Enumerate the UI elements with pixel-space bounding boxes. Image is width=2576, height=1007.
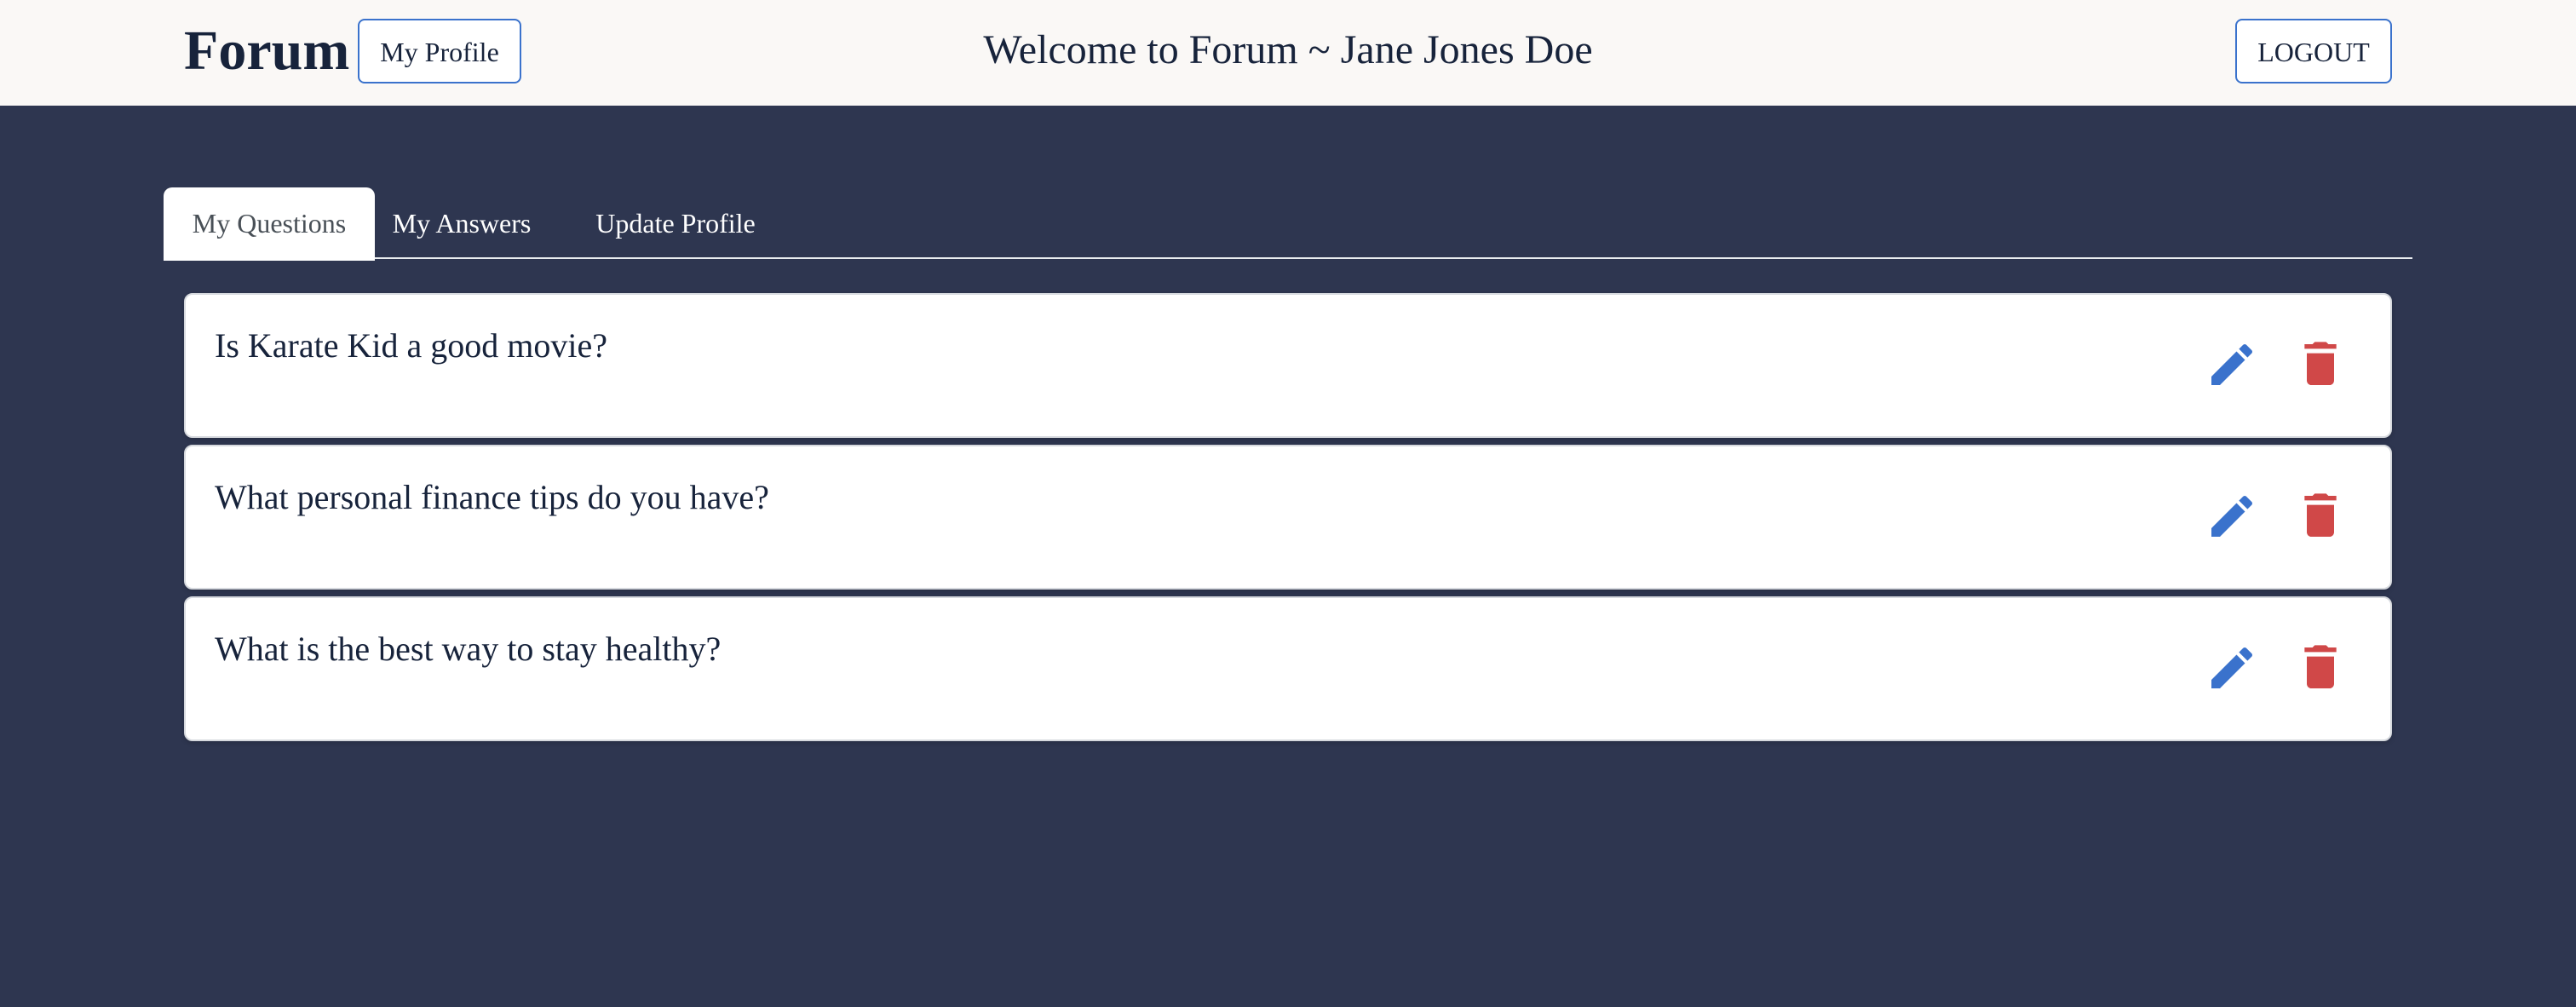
welcome-message: Welcome to Forum ~ Jane Jones Doe — [983, 27, 1593, 72]
tab-my-questions[interactable]: My Questions — [164, 187, 375, 261]
delete-question-button[interactable] — [2293, 337, 2348, 392]
trash-icon — [2304, 342, 2337, 385]
question-card: Is Karate Kid a good movie? — [184, 293, 2392, 438]
edit-question-button[interactable] — [2205, 641, 2259, 695]
profile-tabs: My Questions My Answers Update Profile — [164, 187, 2412, 261]
delete-question-button[interactable] — [2293, 489, 2348, 544]
trash-icon — [2304, 493, 2337, 537]
tab-my-answers[interactable]: My Answers — [375, 187, 549, 259]
edit-question-button[interactable] — [2205, 489, 2259, 544]
question-card: What is the best way to stay healthy? — [184, 596, 2392, 741]
delete-question-button[interactable] — [2293, 641, 2348, 695]
question-title[interactable]: What is the best way to stay healthy? — [215, 624, 721, 675]
question-title[interactable]: Is Karate Kid a good movie? — [215, 320, 607, 371]
question-card: What personal finance tips do you have? — [184, 445, 2392, 590]
logout-button[interactable]: LOGOUT — [2235, 19, 2392, 83]
pencil-icon — [2211, 343, 2253, 385]
tab-update-profile[interactable]: Update Profile — [549, 187, 802, 259]
navbar: Forum My Profile Welcome to Forum ~ Jane… — [0, 0, 2576, 106]
question-title[interactable]: What personal finance tips do you have? — [215, 472, 769, 523]
pencil-icon — [2211, 647, 2253, 688]
edit-question-button[interactable] — [2205, 337, 2259, 392]
trash-icon — [2304, 645, 2337, 688]
pencil-icon — [2211, 495, 2253, 537]
